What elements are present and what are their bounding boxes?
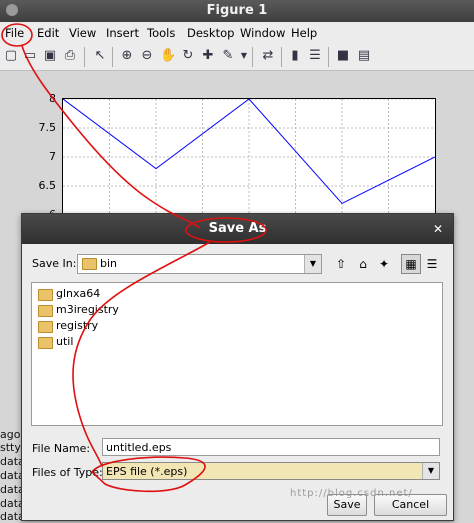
pan-hand-icon[interactable]: ✋ xyxy=(160,48,176,64)
new-folder-icon[interactable]: ✦ xyxy=(374,254,394,274)
menu-desktop[interactable]: Desktop xyxy=(187,26,234,40)
legend-icon[interactable]: ☰ xyxy=(307,48,323,64)
rotate-3d-icon[interactable]: ↻ xyxy=(180,48,196,64)
toolbar-separator xyxy=(84,47,85,67)
list-item-label: m3iregistry xyxy=(56,303,119,316)
open-folder-icon[interactable]: ▭ xyxy=(22,48,38,64)
hide-plot-tools-icon[interactable]: ■ xyxy=(335,48,351,64)
zoom-out-icon[interactable]: ⊖ xyxy=(139,48,155,64)
plot-axes[interactable] xyxy=(62,98,436,220)
brush-dropdown-icon[interactable]: ▼ xyxy=(236,48,252,64)
print-icon[interactable]: ⎙ xyxy=(62,48,78,64)
chevron-down-icon[interactable]: ▼ xyxy=(422,463,439,479)
toolbar-separator xyxy=(328,47,329,67)
up-folder-icon[interactable]: ⇧ xyxy=(331,254,351,274)
save-in-value: bin xyxy=(100,257,118,270)
dialog-titlebar: Save As ✕ xyxy=(22,214,453,244)
dialog-title: Save As xyxy=(208,221,267,236)
y-tick-label: 6.5 xyxy=(38,179,57,192)
toolbar-separator xyxy=(112,47,113,67)
menu-insert[interactable]: Insert xyxy=(106,26,139,40)
menu-file[interactable]: File xyxy=(5,26,24,40)
save-as-dialog: Save As ✕ Save In: bin ▼ ⇧ ⌂ ✦ ▦ ☰ glnxa… xyxy=(21,213,454,521)
zoom-in-icon[interactable]: ⊕ xyxy=(119,48,135,64)
figure-toolbar: ▢ ▭ ▣ ⎙ ↖ ⊕ ⊖ ✋ ↻ ✚ ✎ ▼ ⇄ ▮ ☰ ■ ▤ xyxy=(0,44,474,71)
colorbar-icon[interactable]: ▮ xyxy=(287,48,303,64)
figure-title: Figure 1 xyxy=(206,3,268,18)
new-file-icon[interactable]: ▢ xyxy=(3,48,19,64)
folder-icon xyxy=(38,321,53,333)
save-in-combo[interactable]: bin ▼ xyxy=(77,254,322,274)
data-cursor-icon[interactable]: ✚ xyxy=(200,48,216,64)
folder-icon xyxy=(38,305,53,317)
pointer-arrow-icon[interactable]: ↖ xyxy=(92,48,108,64)
watermark-text: http://blog.csdn.net/ xyxy=(290,488,413,499)
list-view-icon[interactable]: ▦ xyxy=(401,254,421,274)
dialog-close-icon[interactable]: ✕ xyxy=(433,222,443,236)
list-item-label: glnxa64 xyxy=(56,287,101,300)
link-plot-icon[interactable]: ⇄ xyxy=(260,48,276,64)
home-icon[interactable]: ⌂ xyxy=(353,254,373,274)
toolbar-separator xyxy=(252,47,253,67)
menu-tools[interactable]: Tools xyxy=(147,26,175,40)
y-tick-label: 8 xyxy=(49,92,56,105)
save-in-label: Save In: xyxy=(32,257,77,270)
figure-titlebar: Figure 1 xyxy=(0,0,474,22)
folder-icon xyxy=(82,258,97,270)
show-plot-tools-icon[interactable]: ▤ xyxy=(356,48,372,64)
file-list[interactable]: glnxa64 m3iregistry registry util xyxy=(31,282,443,426)
menu-window[interactable]: Window xyxy=(240,26,285,40)
plot-svg xyxy=(63,99,435,219)
list-item-label: registry xyxy=(56,319,99,332)
menu-edit[interactable]: Edit xyxy=(37,26,59,40)
brush-icon[interactable]: ✎ xyxy=(220,48,236,64)
folder-icon xyxy=(38,289,53,301)
files-of-type-value: EPS file (*.eps) xyxy=(106,465,188,478)
file-name-field[interactable]: untitled.eps xyxy=(102,438,440,456)
y-tick-label: 7 xyxy=(49,150,56,163)
list-item-label: util xyxy=(56,335,74,348)
figure-menubar: File Edit View Insert Tools Desktop Wind… xyxy=(0,22,474,45)
file-name-label: File Name: xyxy=(32,442,91,455)
details-view-icon[interactable]: ☰ xyxy=(422,254,442,274)
toolbar-separator xyxy=(281,47,282,67)
files-of-type-select[interactable]: EPS file (*.eps) ▼ xyxy=(102,462,440,480)
chevron-down-icon[interactable]: ▼ xyxy=(304,255,321,273)
files-of-type-label: Files of Type: xyxy=(32,466,103,479)
grid-lines xyxy=(63,99,435,219)
save-disk-icon[interactable]: ▣ xyxy=(42,48,58,64)
menu-view[interactable]: View xyxy=(69,26,96,40)
folder-icon xyxy=(38,337,53,349)
y-tick-label: 7.5 xyxy=(38,121,57,134)
menu-help[interactable]: Help xyxy=(291,26,317,40)
